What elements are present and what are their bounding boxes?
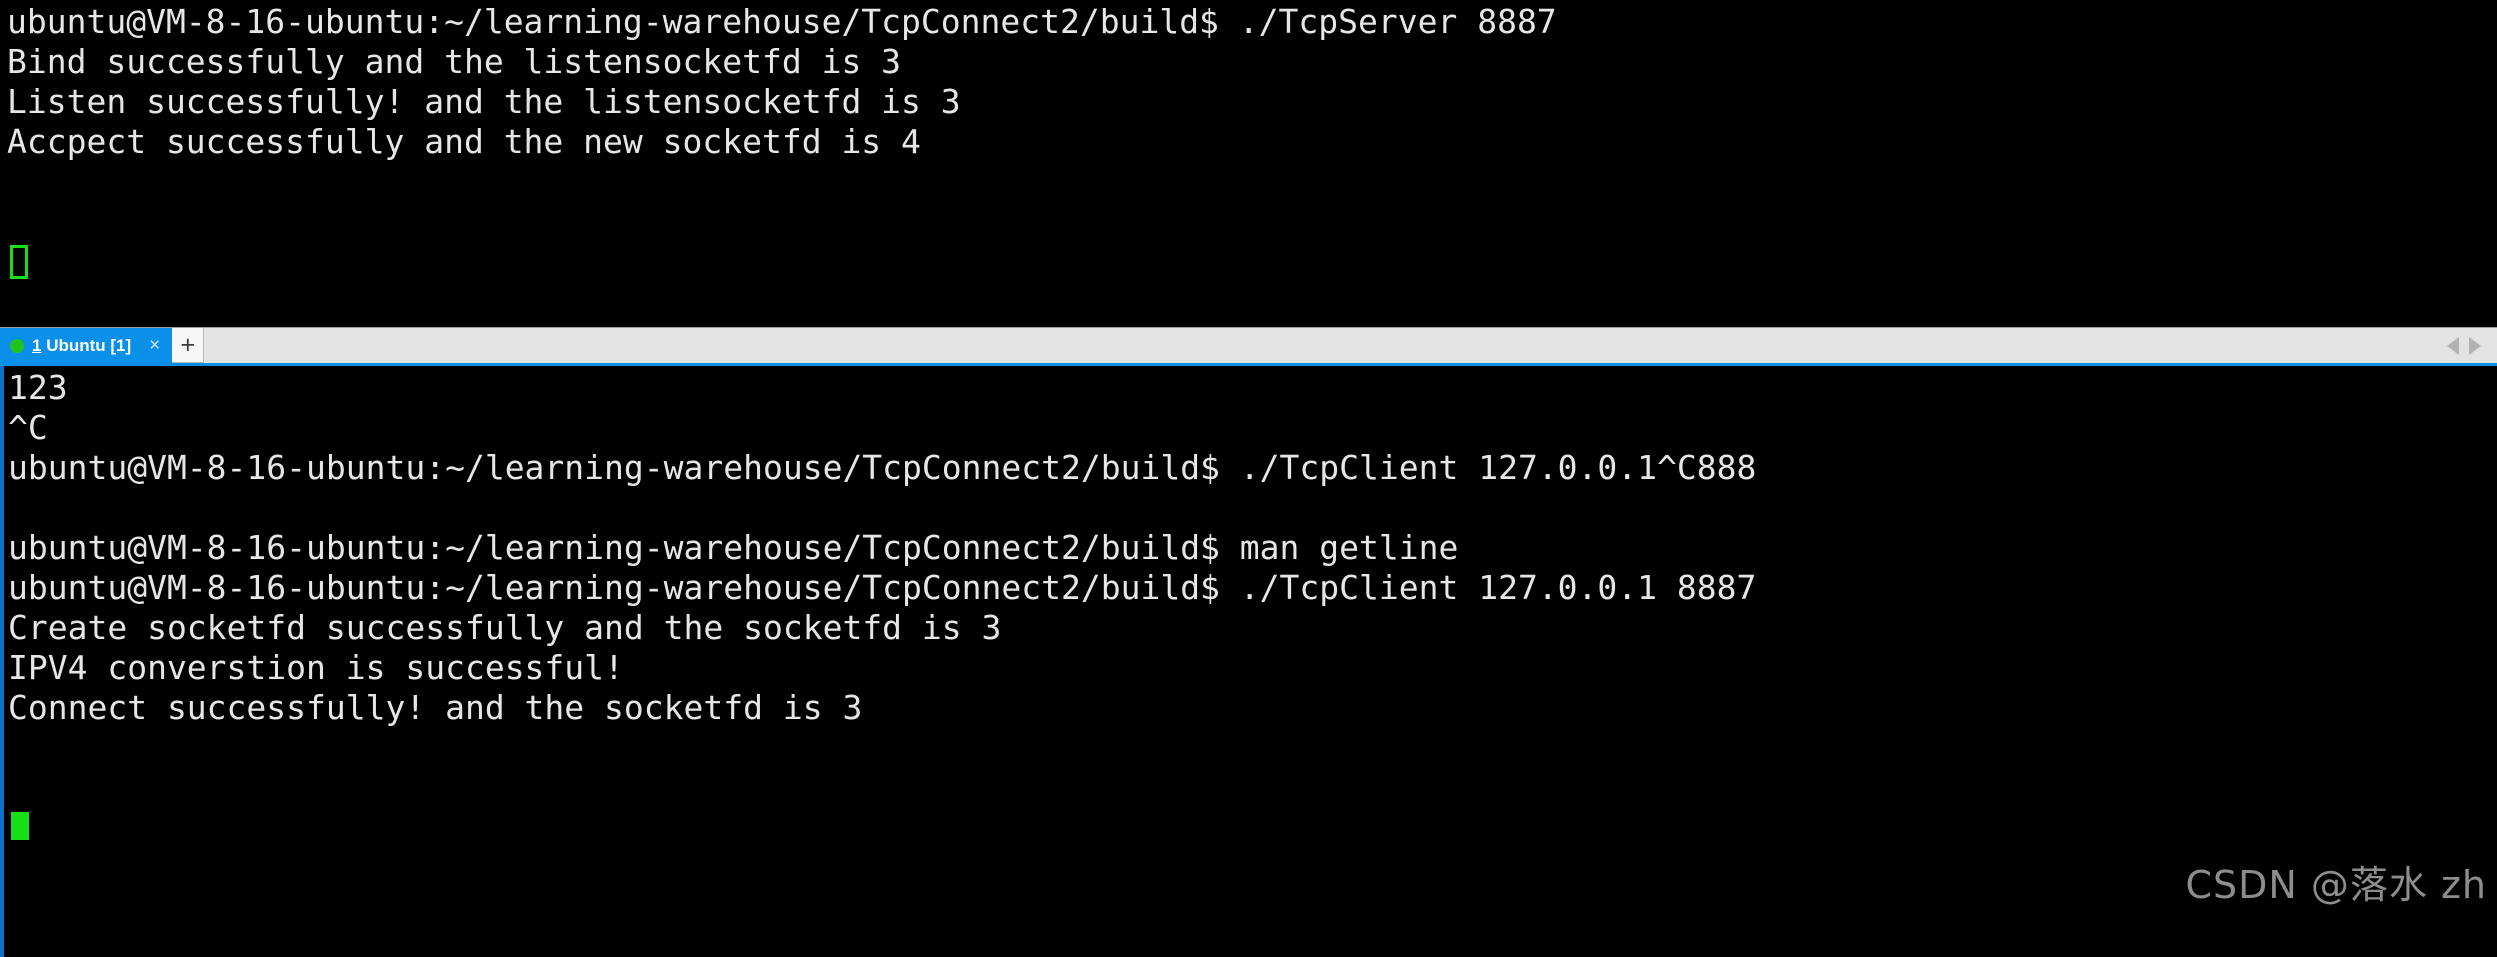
tab-bar-spacer (204, 328, 2447, 363)
tab-scroll-controls (2447, 328, 2497, 363)
terminal-window: ubuntu@VM-8-16-ubuntu:~/learning-warehou… (0, 0, 2497, 957)
terminal-line: Listen successfully! and the listensocke… (7, 82, 961, 121)
terminal-line (8, 728, 2497, 840)
terminal-line: ubuntu@VM-8-16-ubuntu:~/learning-warehou… (8, 528, 1459, 567)
terminal-line: ubuntu@VM-8-16-ubuntu:~/learning-warehou… (8, 568, 1757, 607)
terminal-line: IPV4 converstion is successful! (8, 648, 624, 687)
terminal-line: Accpect successfully and the new socketf… (7, 122, 921, 161)
terminal-line: 123 (8, 368, 68, 407)
tab-close-icon[interactable]: × (145, 336, 164, 355)
terminal-output-client: 123 ^C ubuntu@VM-8-16-ubuntu:~/learning-… (8, 368, 2497, 840)
new-tab-button[interactable]: + (172, 328, 205, 363)
tab-ubuntu-1[interactable]: 1 Ubuntu [1] × (0, 328, 173, 363)
terminal-line (7, 162, 2497, 279)
terminal-output-server: ubuntu@VM-8-16-ubuntu:~/learning-warehou… (7, 2, 2497, 279)
terminal-line: Bind successfully and the listensocketfd… (7, 42, 902, 81)
terminal-line: ^C (8, 408, 48, 447)
terminal-line: Create socketfd successfully and the soc… (8, 608, 1002, 647)
chevron-right-icon[interactable] (2469, 336, 2481, 355)
terminal-line: Connect successfully! and the socketfd i… (8, 688, 863, 727)
terminal-cursor-inactive (10, 245, 28, 279)
chevron-left-icon[interactable] (2447, 336, 2459, 355)
terminal-pane-server[interactable]: ubuntu@VM-8-16-ubuntu:~/learning-warehou… (0, 0, 2497, 327)
terminal-line: ubuntu@VM-8-16-ubuntu:~/learning-warehou… (7, 2, 1557, 41)
watermark: CSDN @落水 zh (2185, 863, 2487, 907)
terminal-tab-bar[interactable]: 1 Ubuntu [1] × + (0, 327, 2497, 363)
terminal-line: ubuntu@VM-8-16-ubuntu:~/learning-warehou… (8, 448, 1757, 487)
tab-label: 1 Ubuntu [1] (32, 337, 131, 354)
tab-title-label: Ubuntu [1] (41, 336, 132, 355)
terminal-pane-client[interactable]: 123 ^C ubuntu@VM-8-16-ubuntu:~/learning-… (0, 366, 2497, 957)
tab-status-dot-icon (10, 338, 24, 353)
terminal-cursor-active (11, 812, 29, 840)
